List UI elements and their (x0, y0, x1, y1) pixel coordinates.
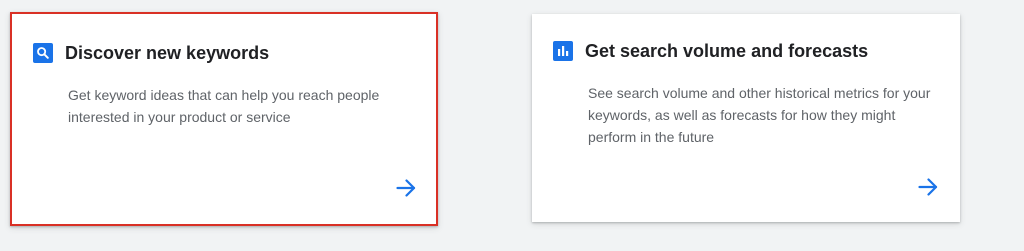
card-title: Discover new keywords (65, 43, 270, 63)
card-description: Get keyword ideas that can help you reac… (68, 87, 380, 125)
card-title-row: Discover new keywords (33, 42, 269, 64)
search-icon (33, 43, 53, 63)
discover-new-keywords-card[interactable]: Discover new keywords Get keyword ideas … (10, 12, 438, 226)
get-search-volume-card[interactable]: Get search volume and forecasts See sear… (532, 14, 960, 222)
card-title-row: Get search volume and forecasts (553, 40, 868, 62)
arrow-right-icon[interactable] (394, 176, 418, 200)
card-description: See search volume and other historical m… (588, 85, 931, 145)
card-title: Get search volume and forecasts (585, 41, 869, 61)
bar-chart-icon (553, 41, 573, 61)
arrow-right-icon[interactable] (916, 175, 940, 199)
